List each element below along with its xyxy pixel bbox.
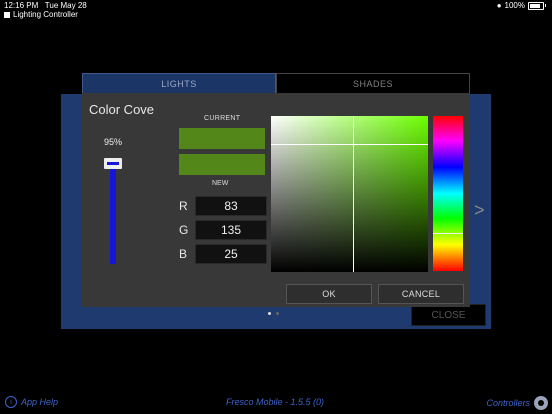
status-time-date: 12:16 PM Tue May 28 — [4, 1, 87, 10]
battery-percent: 100% — [504, 1, 525, 10]
battery-icon — [528, 1, 544, 10]
status-date: Tue May 28 — [44, 1, 87, 10]
app-name-line: Lighting Controller — [4, 10, 78, 19]
hue-marker[interactable] — [433, 233, 463, 234]
gear-icon — [534, 396, 548, 410]
controllers-label: Controllers — [486, 398, 530, 408]
red-field[interactable]: 83 — [195, 196, 267, 216]
green-field[interactable]: 135 — [195, 220, 267, 240]
page-dot-active — [268, 312, 271, 315]
blue-field[interactable]: 25 — [195, 244, 267, 264]
version-text: Fresco Mobile - 1.5.5 (0) — [226, 397, 325, 407]
tab-shades[interactable]: SHADES — [276, 73, 470, 95]
app-help-label: App Help — [21, 397, 59, 407]
wifi-icon: ● — [496, 1, 502, 10]
page-indicator — [268, 312, 279, 315]
status-indicators: ● 100% — [497, 1, 546, 10]
blue-label: B — [179, 247, 188, 261]
brightness-slider-handle[interactable] — [104, 158, 122, 169]
new-color-swatch — [179, 154, 265, 175]
picker-crosshair-horizontal — [271, 144, 428, 145]
green-label: G — [179, 223, 189, 237]
close-button[interactable]: CLOSE — [411, 304, 486, 326]
info-icon: i — [5, 396, 17, 408]
current-color-swatch — [179, 128, 265, 149]
brightness-label: 95% — [104, 137, 123, 147]
app-name: Lighting Controller — [13, 10, 78, 19]
brightness-slider[interactable] — [110, 161, 116, 264]
hue-slider[interactable] — [433, 116, 463, 271]
page-dot — [276, 312, 279, 315]
controllers-link[interactable]: Controllers — [486, 396, 548, 410]
cancel-button[interactable]: CANCEL — [378, 284, 464, 304]
dialog-title: Color Cove — [89, 102, 155, 117]
current-label: CURRENT — [204, 115, 241, 122]
red-label: R — [179, 199, 188, 213]
saturation-value-picker[interactable] — [271, 116, 428, 272]
status-time: 12:16 PM — [4, 1, 39, 10]
tab-lights[interactable]: LIGHTS — [82, 73, 276, 95]
ok-button[interactable]: OK — [286, 284, 372, 304]
next-chevron-icon[interactable]: > — [474, 200, 485, 221]
picker-crosshair-vertical — [353, 116, 354, 272]
new-label: NEW — [212, 180, 229, 187]
app-icon — [4, 11, 10, 18]
app-help-link[interactable]: i App Help — [5, 396, 58, 408]
